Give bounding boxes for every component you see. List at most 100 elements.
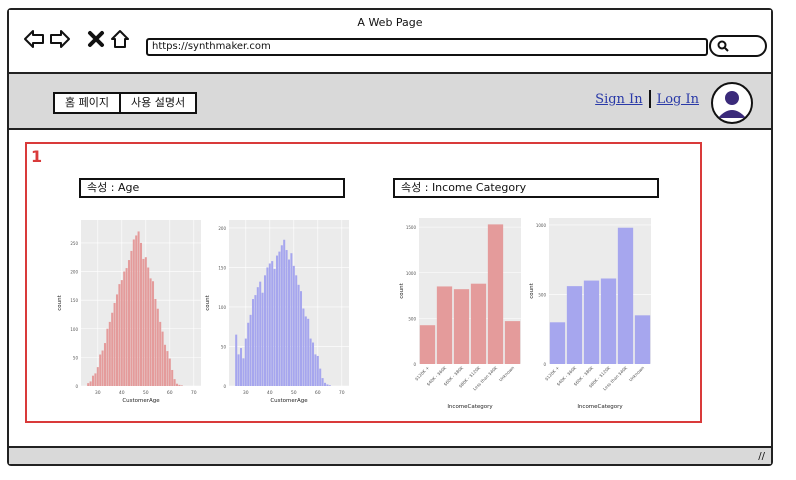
histogram-bar: [168, 358, 171, 386]
income-bar-blue: 05001000$120K +$40K - $60K$60K - $80K$80…: [529, 218, 651, 410]
section-title-income: 속성 : Income Category: [393, 178, 659, 198]
histogram-bar: [120, 280, 123, 386]
histogram-bar: [321, 378, 324, 386]
y-tick-label: 1000: [406, 271, 417, 276]
histogram-bar: [163, 344, 167, 386]
histogram-bar: [103, 343, 107, 386]
status-bar: //: [9, 446, 771, 464]
y-tick-label: 1500: [406, 225, 417, 230]
x-tick-label: 30: [95, 390, 101, 396]
y-tick-label: 50: [221, 344, 227, 349]
histogram-bar: [111, 312, 114, 386]
avatar[interactable]: [711, 82, 753, 124]
histogram-bar: [125, 268, 128, 386]
histogram-bar: [251, 299, 255, 386]
resize-grip-icon[interactable]: //: [758, 451, 765, 462]
y-tick-label: 150: [70, 298, 78, 303]
y-tick-label: 0: [223, 384, 226, 389]
histogram-bar: [87, 383, 90, 386]
y-tick-label: 200: [70, 270, 78, 275]
histogram-bar: [244, 338, 247, 386]
histogram-bar: [259, 281, 262, 386]
y-axis-label: count: [205, 294, 211, 310]
x-tick-label: 50: [143, 390, 149, 396]
histogram-bar: [292, 265, 295, 386]
main-content: 1 속성 : Age 속성 : Income Category 0 50 100 15…: [9, 130, 771, 442]
tab-home[interactable]: 홈 페이지: [55, 94, 119, 112]
bar: [487, 224, 504, 364]
histogram-bar: [91, 375, 95, 386]
y-tick-label: 500: [538, 292, 546, 297]
age-histogram-red: 0 50 100 150 200 250 30 40 50 60 70 CustomerAge coun…: [57, 220, 201, 404]
histogram-bar: [118, 284, 121, 386]
histogram-bar: [239, 348, 243, 386]
auth-links: Sign In Log In: [595, 90, 699, 108]
y-tick-label: 100: [218, 305, 226, 310]
browser-window: A Web Page https://synthmaker.com 홈 페이지 …: [7, 8, 773, 466]
bar: [583, 280, 600, 364]
histogram-bar: [299, 291, 303, 386]
histogram-bar: [142, 258, 145, 386]
histogram-bar: [254, 295, 257, 386]
histogram-bar: [275, 255, 279, 386]
close-icon[interactable]: [85, 28, 107, 50]
y-tick-label: 0: [413, 362, 416, 367]
y-tick-label: 100: [70, 327, 78, 332]
histogram-bar: [268, 263, 271, 386]
histogram-bar: [290, 253, 293, 386]
histogram-bar: [106, 328, 109, 386]
sign-in-link[interactable]: Sign In: [595, 92, 642, 107]
y-tick-label: 250: [70, 241, 78, 246]
histogram-bar: [156, 308, 159, 386]
histogram-bar: [280, 245, 283, 386]
arrow-left-icon[interactable]: [23, 28, 45, 50]
bar: [453, 289, 470, 364]
search-button[interactable]: [709, 35, 767, 57]
section-title-age: 속성 : Age: [79, 178, 345, 198]
x-tick-label: 30: [243, 390, 249, 396]
histogram-bar: [314, 354, 317, 386]
histogram-bar: [242, 358, 245, 386]
histogram-bar: [273, 269, 276, 386]
nav-tabs: 홈 페이지 사용 설명서: [53, 92, 198, 114]
histogram-bar: [266, 267, 269, 386]
histogram-bar: [283, 239, 286, 386]
title-bar: A Web Page https://synthmaker.com: [9, 10, 771, 74]
histogram-bar: [316, 355, 319, 386]
user-icon: [714, 85, 750, 121]
histogram-bar: [113, 303, 116, 386]
histogram-bar: [302, 308, 305, 386]
histogram-bar: [130, 250, 133, 386]
bar: [634, 315, 651, 364]
home-icon[interactable]: [109, 28, 131, 50]
y-tick-label: 1000: [536, 223, 547, 228]
y-tick-label: 50: [73, 355, 79, 360]
histogram-bar: [127, 260, 131, 386]
histogram-bar: [175, 383, 179, 386]
bar: [436, 286, 453, 364]
histogram-bar: [89, 381, 92, 386]
y-axis-label: count: [57, 294, 63, 310]
y-tick-label: 150: [218, 265, 226, 270]
url-bar[interactable]: https://synthmaker.com: [146, 38, 708, 56]
arrow-right-icon[interactable]: [49, 28, 71, 50]
site-header: 홈 페이지 사용 설명서 Sign In Log In: [9, 74, 771, 130]
log-in-link[interactable]: Log In: [657, 92, 699, 107]
histogram-bar: [309, 338, 312, 386]
histogram-bar: [261, 292, 264, 386]
histogram-bar: [151, 281, 155, 386]
histogram-bar: [123, 271, 126, 386]
tab-manual[interactable]: 사용 설명서: [118, 94, 195, 112]
x-tick-label: Unknown: [628, 365, 646, 383]
histogram-bar: [147, 267, 150, 386]
x-tick-label: $120K +: [544, 365, 561, 382]
y-tick-label: 0: [543, 362, 546, 367]
histogram-bar: [249, 314, 252, 386]
histogram-bar: [139, 242, 143, 386]
x-axis-label: CustomerAge: [122, 398, 160, 404]
x-axis-label: IncomeCategory: [577, 404, 623, 410]
histogram-bar: [287, 259, 291, 386]
income-bar-red: 050010001500$120K +$40K - $60K$60K - $80…: [399, 218, 521, 410]
histogram-bar: [247, 322, 250, 386]
histogram-bar: [166, 351, 169, 386]
